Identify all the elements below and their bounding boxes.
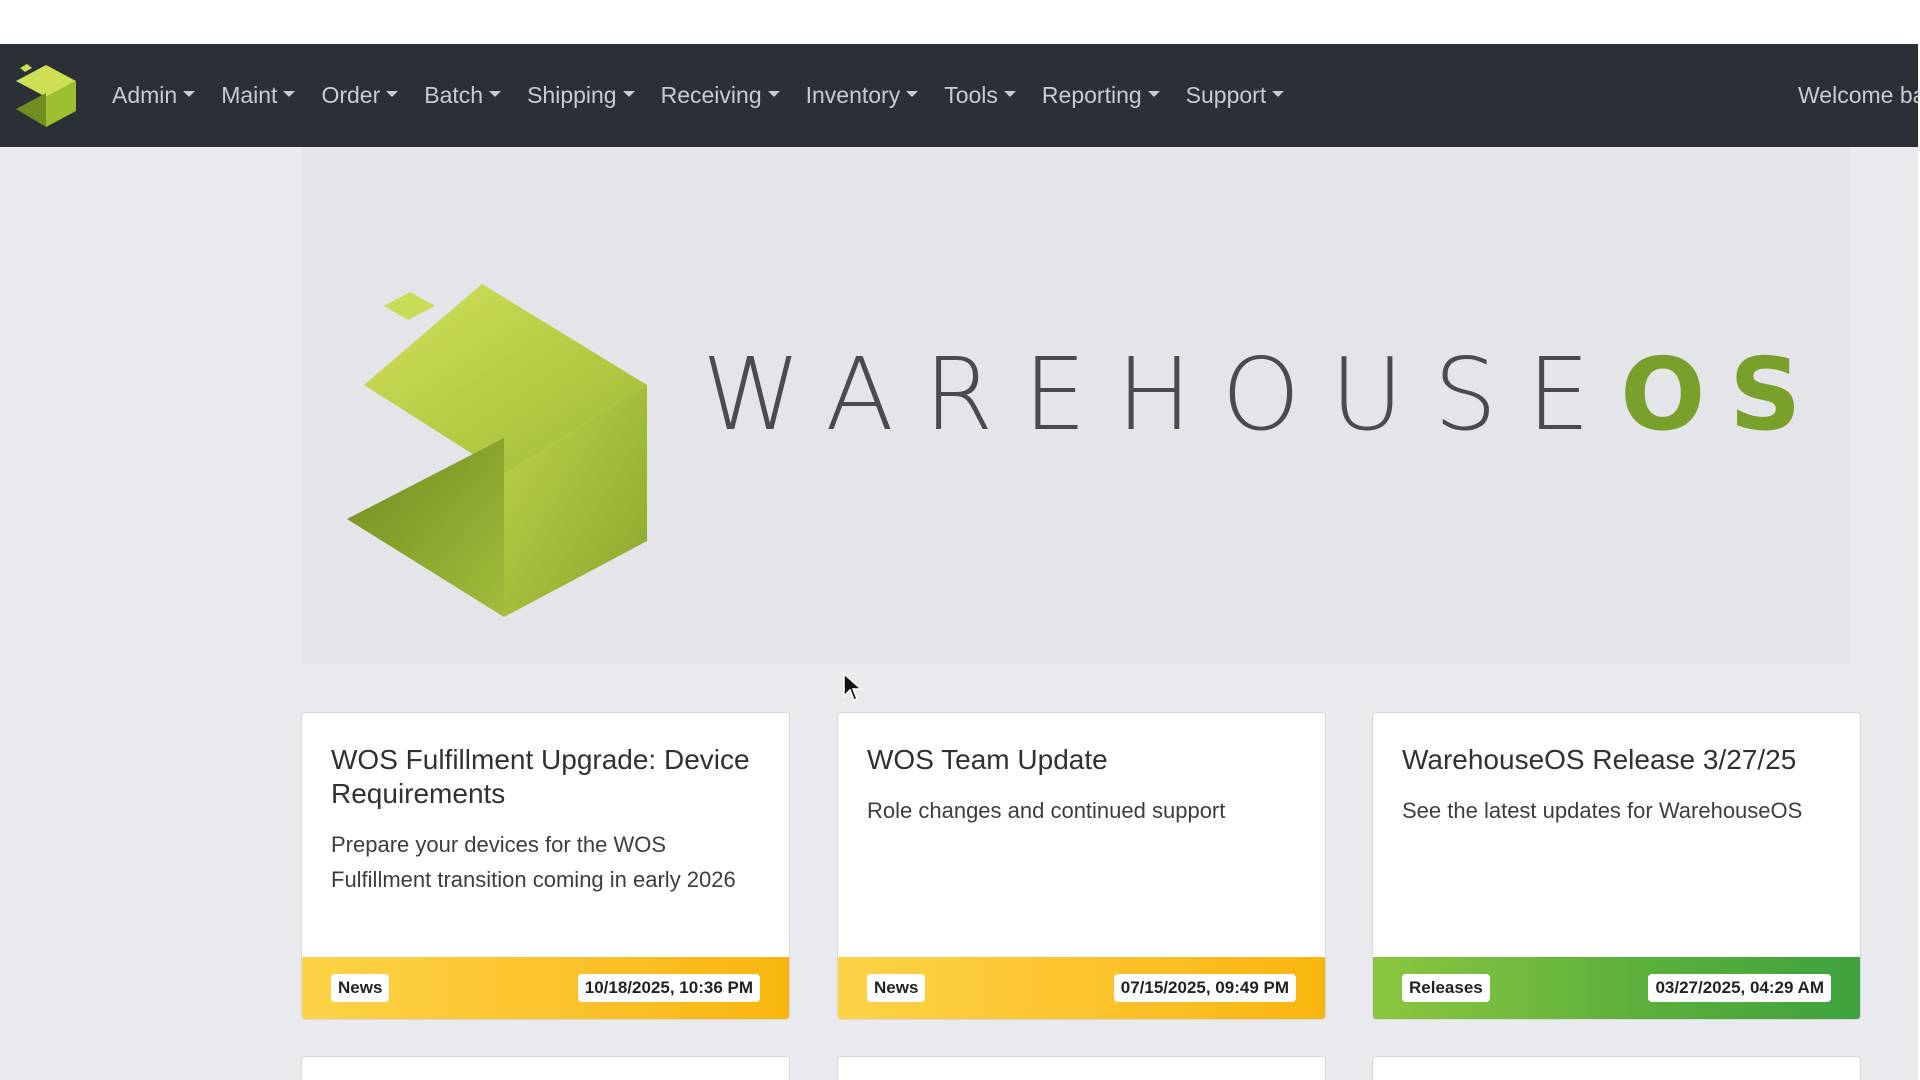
card-title[interactable]: WOS Team Update [867,743,1296,777]
brand-logo-icon[interactable] [12,63,78,129]
category-badge: News [331,974,390,1002]
warehouseos-cube-logo-icon [347,284,647,617]
nav-order-label: Order [321,82,381,108]
nav-admin-label: Admin [112,82,178,108]
card-footer: Releases 03/27/2025, 04:29 AM [1373,957,1860,1019]
welcome-text: Welcome ba [1798,82,1918,108]
news-card-4-partial[interactable] [301,1056,790,1080]
category-badge: Releases [1402,974,1490,1002]
news-card-1[interactable]: WOS Fulfillment Upgrade: Device Requirem… [301,712,790,1020]
card-title[interactable]: WarehouseOS Release 3/27/25 [1402,743,1831,777]
welcome-user-menu[interactable]: Welcome ba [1798,44,1918,147]
caret-down-icon [1272,90,1285,97]
nav-maint-menu[interactable]: Maint [208,44,308,147]
caret-down-icon [767,90,780,97]
card-body: WOS Fulfillment Upgrade: Device Requirem… [302,713,789,897]
news-card-2[interactable]: WOS Team Update Role changes and continu… [837,712,1326,1020]
browser-viewport: Admin Maint Order Batch Shipping Receivi… [0,0,1920,1080]
card-title[interactable]: WOS Fulfillment Upgrade: Device Requirem… [331,743,760,811]
wordmark-main: WAREHOUSE [702,336,1621,453]
nav-support-menu[interactable]: Support [1173,44,1298,147]
mouse-pointer-icon [843,672,863,701]
card-text: See the latest updates for WarehouseOS [1402,798,1803,823]
nav-shipping-label: Shipping [527,82,617,108]
wordmark-accent: OS [1620,336,1826,453]
card-body: WOS Team Update Role changes and continu… [838,713,1325,828]
top-navbar: Admin Maint Order Batch Shipping Receivi… [0,44,1918,147]
category-badge: News [867,974,926,1002]
card-footer: News 07/15/2025, 09:49 PM [838,957,1325,1019]
card-text: Role changes and continued support [867,798,1226,823]
card-text: Prepare your devices for the WOS Fulfill… [331,832,736,892]
hero-banner: WAREHOUSEOS [302,147,1850,664]
warehouseos-wordmark: WAREHOUSEOS [702,345,1825,445]
nav-batch-label: Batch [424,82,484,108]
nav-batch-menu[interactable]: Batch [411,44,514,147]
caret-down-icon [183,90,196,97]
nav-inventory-menu[interactable]: Inventory [793,44,932,147]
date-badge: 07/15/2025, 09:49 PM [1113,974,1296,1002]
release-card[interactable]: WarehouseOS Release 3/27/25 See the late… [1372,712,1861,1020]
caret-down-icon [622,90,635,97]
nav-shipping-menu[interactable]: Shipping [514,44,648,147]
nav-tools-label: Tools [944,82,998,108]
card-footer: News 10/18/2025, 10:36 PM [302,957,789,1019]
nav-maint-label: Maint [221,82,278,108]
nav-tools-menu[interactable]: Tools [931,44,1029,147]
card-body: WarehouseOS Release 3/27/25 See the late… [1373,713,1860,828]
news-card-6-partial[interactable] [1372,1056,1861,1080]
nav-receiving-label: Receiving [660,82,762,108]
main-menu: Admin Maint Order Batch Shipping Receivi… [99,44,1297,147]
caret-down-icon [1147,90,1160,97]
nav-reporting-menu[interactable]: Reporting [1029,44,1173,147]
nav-inventory-label: Inventory [805,82,901,108]
caret-down-icon [489,90,502,97]
nav-admin-menu[interactable]: Admin [99,44,208,147]
nav-reporting-label: Reporting [1041,82,1142,108]
caret-down-icon [906,90,919,97]
caret-down-icon [283,90,296,97]
nav-receiving-menu[interactable]: Receiving [648,44,793,147]
nav-order-menu[interactable]: Order [308,44,411,147]
date-badge: 03/27/2025, 04:29 AM [1648,974,1831,1002]
news-card-5-partial[interactable] [837,1056,1326,1080]
caret-down-icon [1003,90,1016,97]
nav-support-label: Support [1185,82,1267,108]
page: Admin Maint Order Batch Shipping Receivi… [0,44,1918,1080]
caret-down-icon [386,90,399,97]
date-badge: 10/18/2025, 10:36 PM [577,974,760,1002]
